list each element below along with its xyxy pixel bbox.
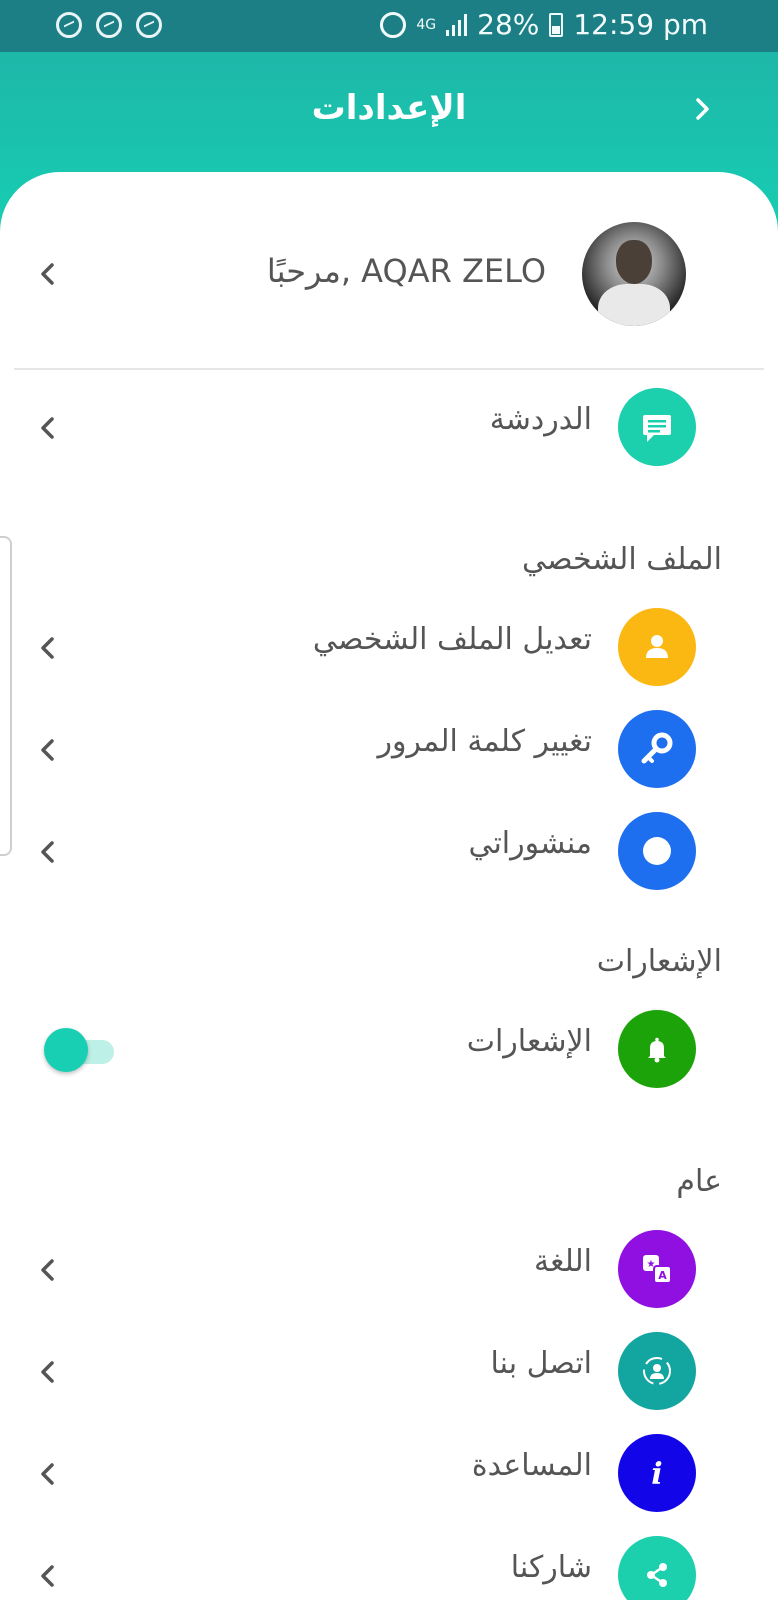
edit-profile-label: تعديل الملف الشخصي [312, 622, 592, 657]
info-icon: i [618, 1434, 696, 1512]
chevron-left-icon [34, 736, 62, 764]
translate-icon: A ★ [618, 1230, 696, 1308]
notification-icons [56, 12, 162, 38]
notifications-toggle[interactable] [44, 1028, 116, 1072]
svg-text:A: A [658, 1269, 667, 1282]
battery-percent: 28% [477, 8, 540, 41]
section-title-notifications: الإشعارات [596, 944, 722, 979]
share-label: شاركنا [510, 1550, 592, 1585]
chevron-left-icon [34, 414, 62, 442]
svg-text:i: i [651, 1457, 662, 1492]
user-icon [618, 608, 696, 686]
toggle-knob [44, 1028, 88, 1072]
clock: 12:59 pm [573, 8, 708, 41]
signal-icon [446, 13, 468, 36]
avatar [582, 222, 686, 326]
settings-card: مرحبًا, AQAR ZELO الدردشة الملف الشخصي ت… [0, 172, 778, 1600]
my-posts-label: منشوراتي [468, 826, 592, 861]
page-title: الإعدادات [311, 88, 467, 128]
chevron-left-icon [34, 1358, 62, 1386]
profile-row[interactable]: مرحبًا, AQAR ZELO [0, 222, 778, 332]
notifications-row: الإشعارات [0, 1010, 778, 1090]
change-password-label: تغيير كلمة المرور [377, 724, 592, 759]
messenger-icon [56, 12, 82, 38]
change-password-row[interactable]: تغيير كلمة المرور [0, 710, 778, 790]
chevron-left-icon [34, 838, 62, 866]
section-title-profile: الملف الشخصي [522, 542, 722, 577]
edit-profile-row[interactable]: تعديل الملف الشخصي [0, 608, 778, 688]
key-icon [618, 710, 696, 788]
system-status: 4G 28% 12:59 pm [380, 8, 708, 41]
divider [14, 368, 764, 370]
language-row[interactable]: A ★ اللغة [0, 1230, 778, 1310]
status-bar: 4G 28% 12:59 pm [0, 0, 778, 52]
chevron-left-icon [34, 1562, 62, 1590]
chrome-icon [136, 12, 162, 38]
battery-icon [549, 12, 564, 37]
chevron-left-icon [34, 634, 62, 662]
language-label: اللغة [534, 1244, 592, 1279]
bell-icon [618, 1010, 696, 1088]
notifications-label: الإشعارات [466, 1024, 592, 1059]
my-posts-row[interactable]: منشوراتي [0, 812, 778, 892]
chat-icon [618, 388, 696, 466]
messenger-icon [96, 12, 122, 38]
chevron-left-icon [34, 1460, 62, 1488]
greeting-text: مرحبًا, AQAR ZELO [266, 252, 546, 290]
chat-label: الدردشة [489, 402, 592, 437]
back-button[interactable] [688, 94, 718, 124]
edge-panel-handle[interactable] [0, 536, 12, 856]
chevron-left-icon [34, 260, 62, 288]
section-title-general: عام [676, 1164, 722, 1199]
contact-us-label: اتصل بنا [490, 1346, 593, 1381]
circle-icon [618, 812, 696, 890]
share-row[interactable]: شاركنا [0, 1536, 778, 1600]
help-row[interactable]: i المساعدة [0, 1434, 778, 1514]
network-type: 4G [416, 16, 437, 33]
svg-text:★: ★ [647, 1259, 656, 1270]
chevron-left-icon [34, 1256, 62, 1284]
support-agent-icon [618, 1332, 696, 1410]
contact-us-row[interactable]: اتصل بنا [0, 1332, 778, 1412]
help-label: المساعدة [471, 1448, 592, 1483]
alarm-icon [380, 11, 407, 38]
chat-row[interactable]: الدردشة [0, 388, 778, 468]
chevron-right-icon [696, 98, 709, 120]
share-icon [618, 1536, 696, 1600]
